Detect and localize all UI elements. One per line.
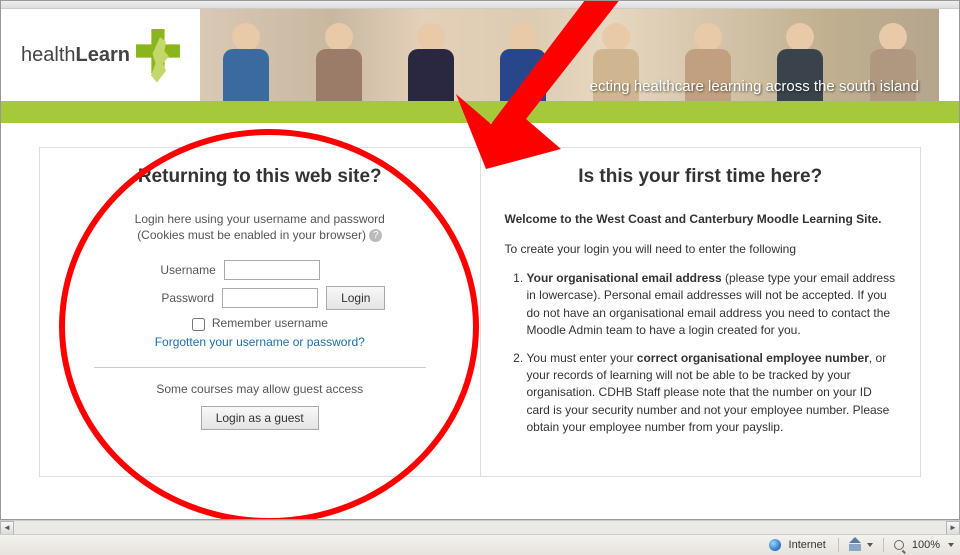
remember-label: Remember username <box>212 316 328 330</box>
logo[interactable]: healthLearn <box>21 25 180 85</box>
intro-line: To create your login you will need to en… <box>505 242 897 256</box>
site-header: healthLearn ecting healthcare learning a… <box>1 9 959 101</box>
chevron-down-icon[interactable] <box>867 543 873 547</box>
scroll-right-button[interactable]: ► <box>946 521 960 535</box>
forgot-link[interactable]: Forgotten your username or password? <box>155 335 365 349</box>
firsttime-heading: Is this your first time here? <box>505 166 897 188</box>
firsttime-card: Is this your first time here? Welcome to… <box>480 147 922 477</box>
divider <box>94 367 426 368</box>
status-line: Internet 100% <box>0 534 960 555</box>
protected-mode-icon[interactable] <box>849 539 861 551</box>
logo-icon <box>136 25 180 85</box>
chevron-down-icon[interactable] <box>948 543 954 547</box>
tagline: ecting healthcare learning across the so… <box>590 78 919 95</box>
help-icon[interactable]: ? <box>369 229 382 242</box>
login-cookie-note: (Cookies must be enabled in your browser… <box>64 228 456 242</box>
zoom-icon[interactable] <box>894 540 904 550</box>
zone-label: Internet <box>787 539 828 551</box>
top-chrome-strip <box>1 1 959 9</box>
remember-checkbox[interactable] <box>192 318 205 331</box>
remember-row: Remember username <box>64 316 456 330</box>
password-label: Password <box>134 291 214 305</box>
password-row: Password Login <box>64 286 456 310</box>
requirements-list: Your organisational email address (pleas… <box>505 270 897 437</box>
guest-login-button[interactable]: Login as a guest <box>201 406 319 430</box>
username-label: Username <box>136 263 216 277</box>
username-input[interactable] <box>224 260 320 280</box>
username-row: Username <box>64 260 456 280</box>
scroll-left-button[interactable]: ◄ <box>0 521 14 535</box>
password-input[interactable] <box>222 288 318 308</box>
accent-strip <box>1 101 959 123</box>
browser-status-bar: ◄ ► Internet 100% <box>0 520 960 555</box>
scroll-track[interactable] <box>14 521 946 535</box>
zoom-level: 100% <box>910 539 942 551</box>
list-item: Your organisational email address (pleas… <box>527 270 897 340</box>
page-viewport: healthLearn ecting healthcare learning a… <box>0 0 960 520</box>
logo-text: healthLearn <box>21 44 130 67</box>
guest-note: Some courses may allow guest access <box>64 382 456 396</box>
login-desc: Login here using your username and passw… <box>64 212 456 226</box>
login-card: Returning to this web site? Login here u… <box>39 147 480 477</box>
login-heading: Returning to this web site? <box>64 166 456 188</box>
hero-banner: ecting healthcare learning across the so… <box>200 9 939 101</box>
horizontal-scrollbar[interactable]: ◄ ► <box>0 520 960 534</box>
list-item: You must enter your correct organisation… <box>527 350 897 437</box>
welcome-text: Welcome to the West Coast and Canterbury… <box>505 212 897 226</box>
internet-zone-icon <box>769 539 781 551</box>
login-button[interactable]: Login <box>326 286 385 310</box>
main-content: Returning to this web site? Login here u… <box>1 123 959 477</box>
